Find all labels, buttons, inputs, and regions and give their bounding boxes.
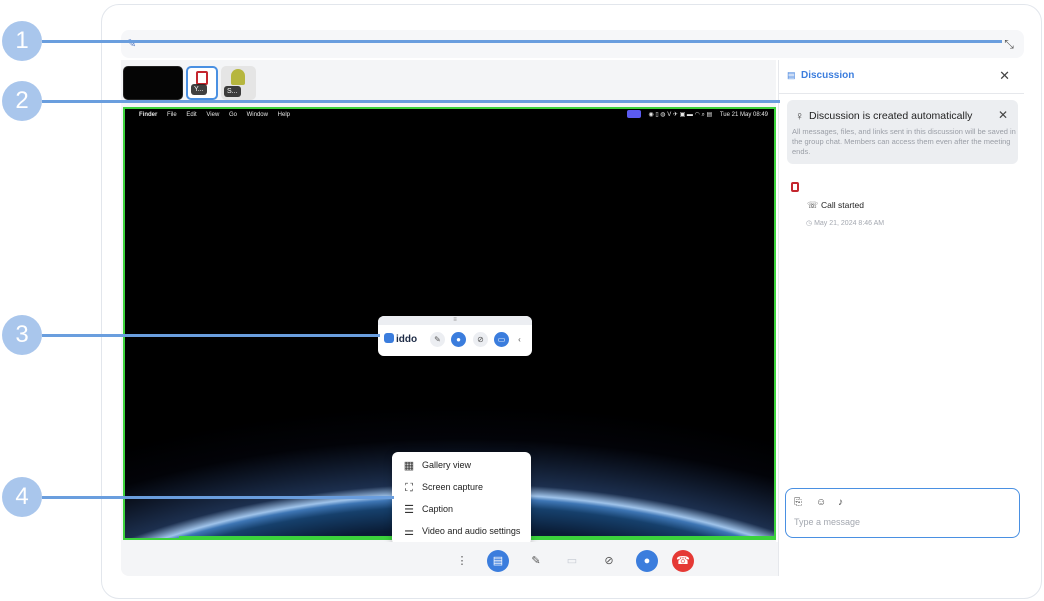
callout-line <box>42 334 380 337</box>
meeting-header-bar: ✎ ⤡ <box>121 30 1024 58</box>
callout-badge: 3 <box>2 315 42 355</box>
info-notice: ♀ Discussion is created automatically ✕ … <box>787 100 1018 164</box>
end-call-icon[interactable]: ☎ <box>672 550 694 572</box>
avatar <box>791 182 799 192</box>
participant-thumbnail[interactable]: S... <box>221 66 256 100</box>
avatar <box>231 69 245 85</box>
screen-share-icon[interactable]: ▭ <box>494 332 509 347</box>
participant-name-tag: Y... <box>191 84 207 95</box>
system-message: Call started <box>821 200 864 210</box>
callout-line <box>42 40 1002 43</box>
logo-text: iddo <box>396 334 418 345</box>
microphone-icon[interactable]: ♪ <box>838 497 843 508</box>
discussion-panel: ▤ Discussion ✕ ♀ Discussion is created a… <box>778 60 1024 576</box>
timestamp-text: May 21, 2024 8:46 AM <box>814 220 885 227</box>
message-composer: ⎘ ☺ ♪ <box>785 488 1020 538</box>
menu-item-gallery-view[interactable]: ▦ Gallery view <box>392 455 531 477</box>
callout-badge: 1 <box>2 21 42 61</box>
grid-icon: ▦ <box>403 460 415 472</box>
chevron-left-icon[interactable]: ‹ <box>512 332 527 347</box>
clock-icon: ◷ <box>806 220 813 227</box>
more-options-menu: ▦ Gallery view ⛶ Screen capture ☰ Captio… <box>392 452 531 545</box>
status-app-icon <box>626 110 641 119</box>
mac-menu-item: File <box>167 112 177 118</box>
notice-title: Discussion is created automatically <box>809 110 973 122</box>
attach-file-icon[interactable]: ⎘ <box>794 497 802 508</box>
participant-thumbnail[interactable] <box>123 66 183 100</box>
screen-capture-icon: ⛶ <box>405 482 413 494</box>
divider <box>779 93 1024 94</box>
camera-off-icon[interactable]: ⊘ <box>598 550 620 572</box>
menu-item-screen-capture[interactable]: ⛶ Screen capture <box>392 477 531 499</box>
mac-menubar: Finder File Edit View Go Window Help ◉ ▯… <box>125 109 774 121</box>
org-logo-icon <box>196 71 208 85</box>
participant-name-tag: S... <box>224 86 241 97</box>
emoji-icon[interactable]: ☺ <box>816 497 826 508</box>
app-logo: iddo <box>384 333 417 345</box>
close-icon[interactable]: ✕ <box>999 68 1010 84</box>
notice-body: All messages, files, and links sent in t… <box>792 127 1016 156</box>
screen-share-icon[interactable]: ▭ <box>561 550 583 572</box>
menu-item-video-audio-settings[interactable]: ⚌ Video and audio settings <box>392 521 531 543</box>
chat-icon[interactable]: ▤ <box>487 550 509 572</box>
mac-menu-item: Finder <box>139 112 158 118</box>
callout-badge: 4 <box>2 477 42 517</box>
participant-thumbnail-active[interactable]: Y... <box>186 66 218 100</box>
caption-icon: ☰ <box>404 504 414 516</box>
camera-off-icon[interactable]: ⊘ <box>473 332 488 347</box>
page-root: { "thumbnails": [ {"label": ""}, {"label… <box>0 0 1044 601</box>
drag-handle[interactable]: ≡ <box>378 316 532 325</box>
panel-title: Discussion <box>801 70 855 81</box>
floating-control-bar[interactable]: ≡ iddo ✎ ● ⊘ ▭ ‹ <box>378 316 532 356</box>
status-icons: ◉ ▯ ◍ V ✈ ▣ ▬ ◠ ⌕ ▤ <box>648 112 713 118</box>
mac-menu-item: Edit <box>186 112 197 118</box>
callout-line <box>42 496 394 499</box>
discussion-icon: ▤ <box>787 70 796 80</box>
callout-badge: 2 <box>2 81 42 121</box>
mac-menu-item: Window <box>246 112 268 118</box>
phone-icon: ☏ <box>807 200 819 210</box>
mic-icon[interactable]: ● <box>451 332 466 347</box>
close-icon[interactable]: ✕ <box>998 108 1008 122</box>
mac-clock: Tue 21 May 08:49 <box>719 112 768 118</box>
mic-icon[interactable]: ● <box>636 550 658 572</box>
lightbulb-icon: ♀ <box>795 109 804 123</box>
menu-item-caption[interactable]: ☰ Caption <box>392 499 531 521</box>
message-input[interactable] <box>794 517 1009 527</box>
more-icon[interactable]: ⋮ <box>451 550 473 572</box>
collapse-icon[interactable]: ⤡ <box>1002 37 1016 51</box>
timestamp: ◷ May 21, 2024 8:46 AM <box>806 219 884 227</box>
mac-menu-item: Go <box>228 112 237 118</box>
mac-menu-item: View <box>206 112 220 118</box>
sliders-icon: ⚌ <box>404 526 414 538</box>
callout-line <box>42 100 780 103</box>
pen-icon[interactable]: ✎ <box>430 332 445 347</box>
pen-icon[interactable]: ✎ <box>525 550 547 572</box>
mac-menu-item: Help <box>277 112 290 118</box>
logo-icon <box>384 333 394 343</box>
